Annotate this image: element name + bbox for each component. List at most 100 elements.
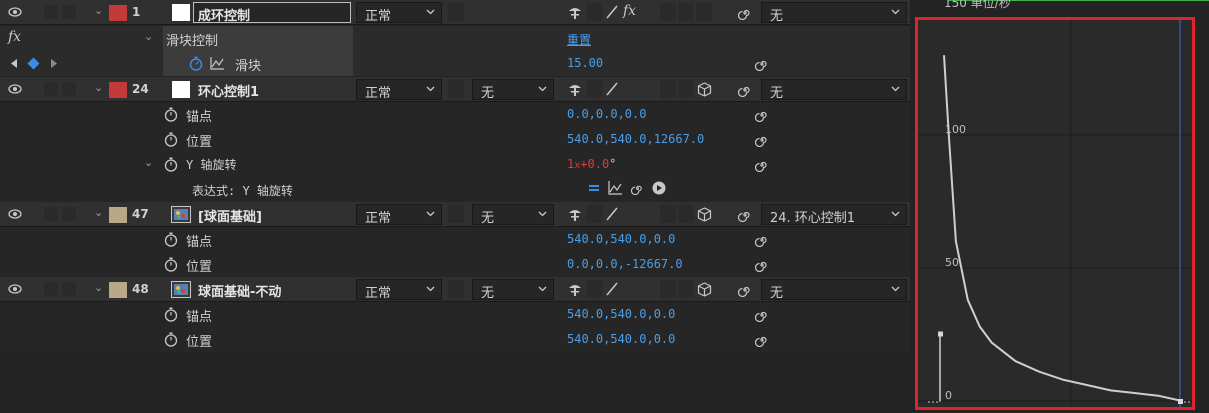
property-row-position[interactable]: 位置 540.0,540.0,0.0 [0, 327, 910, 352]
fx-icon[interactable]: fx [623, 3, 636, 19]
label-color-swatch[interactable] [109, 207, 127, 223]
pickwhip-spiral-icon[interactable] [631, 182, 644, 195]
quality-slash-icon[interactable] [605, 207, 619, 221]
pickwhip-spiral-icon[interactable] [738, 6, 752, 20]
blend-mode-dropdown[interactable]: 正常 [356, 279, 442, 301]
pickwhip-spiral-icon[interactable] [755, 258, 769, 272]
property-value[interactable]: 540.0,540.0,0.0 [567, 232, 675, 246]
layer-row-48[interactable]: ⌄ 48 球面基础-不动 正常 无 无 [0, 277, 910, 302]
slider-value[interactable]: 15.00 [567, 56, 603, 70]
blend-mode-dropdown[interactable]: 正常 [356, 204, 442, 226]
keyframe-diamond-icon[interactable] [27, 57, 40, 70]
lock-toggle[interactable] [62, 282, 76, 296]
pickwhip-spiral-icon[interactable] [755, 57, 769, 71]
expression-enable-icon[interactable] [588, 182, 600, 194]
shy-icon[interactable] [567, 83, 583, 97]
preserve-transparency-toggle[interactable] [448, 3, 464, 21]
quality-slash-icon[interactable] [605, 282, 619, 296]
pickwhip-spiral-icon[interactable] [738, 283, 752, 297]
effect-row[interactable]: fx ⌄ 滑块控制 重置 [0, 26, 910, 51]
property-row-anchor[interactable]: 锚点 0.0,0.0,0.0 [0, 102, 910, 127]
collapse-toggle[interactable] [586, 80, 602, 98]
preserve-transparency-toggle[interactable] [448, 280, 464, 298]
graph-editor-icon[interactable] [608, 181, 623, 195]
shy-icon[interactable] [567, 6, 583, 20]
adjustment-toggle[interactable] [678, 3, 694, 21]
preserve-transparency-toggle[interactable] [448, 80, 464, 98]
adjustment-toggle[interactable] [678, 280, 694, 298]
property-row-position[interactable]: 位置 0.0,0.0,-12667.0 [0, 252, 910, 277]
slider-name-cell[interactable]: 滑块 [163, 51, 353, 76]
solo-toggle[interactable] [44, 207, 58, 221]
preserve-transparency-toggle[interactable] [448, 205, 464, 223]
blend-mode-dropdown[interactable]: 正常 [356, 79, 442, 101]
pickwhip-spiral-icon[interactable] [738, 208, 752, 222]
eye-icon[interactable] [8, 208, 22, 220]
solo-toggle[interactable] [44, 5, 58, 19]
shy-icon[interactable] [567, 283, 583, 297]
pickwhip-spiral-icon[interactable] [755, 233, 769, 247]
blend-mode-dropdown[interactable]: 正常 [356, 2, 442, 24]
3d-cube-icon[interactable] [697, 82, 712, 97]
3d-cube-icon[interactable] [697, 282, 712, 297]
property-value[interactable]: 540.0,540.0,0.0 [567, 332, 675, 346]
stopwatch-icon[interactable] [164, 157, 178, 172]
parent-dropdown[interactable]: 无 [761, 2, 907, 24]
layer-row-1[interactable]: ⌄ 1 成环控制 正常 fx 无 [0, 0, 910, 25]
chevron-down-icon[interactable]: ⌄ [94, 207, 104, 218]
graph-editor-icon[interactable] [210, 57, 225, 70]
speed-graph[interactable]: 100500 [918, 20, 1192, 407]
stopwatch-icon[interactable] [164, 307, 178, 322]
layer-name[interactable]: 球面基础-不动 [198, 281, 281, 300]
track-matte-dropdown[interactable]: 无 [472, 279, 554, 301]
label-color-swatch[interactable] [109, 282, 127, 298]
reset-link[interactable]: 重置 [567, 31, 591, 48]
stopwatch-active-icon[interactable] [189, 56, 203, 71]
adjustment-toggle[interactable] [678, 205, 694, 223]
layer-name-field[interactable]: 成环控制 [193, 2, 351, 24]
layer-name[interactable]: [球面基础] [198, 206, 262, 225]
quality-slash-icon[interactable] [605, 5, 619, 19]
eye-icon[interactable] [8, 83, 22, 95]
label-color-swatch[interactable] [109, 5, 127, 21]
eye-icon[interactable] [8, 283, 22, 295]
prev-keyframe-icon[interactable] [10, 59, 18, 68]
label-color-swatch[interactable] [109, 82, 127, 98]
rotation-value[interactable]: 1x+0.0° [567, 157, 616, 171]
expression-menu-play-icon[interactable] [652, 181, 666, 195]
track-matte-dropdown[interactable]: 无 [472, 204, 554, 226]
stopwatch-icon[interactable] [164, 257, 178, 272]
parent-dropdown[interactable]: 无 [761, 279, 907, 301]
slider-row[interactable]: 滑块 15.00 [0, 51, 910, 76]
graph-editor[interactable]: 100 50 0 [915, 17, 1195, 410]
motion-blur-toggle[interactable] [660, 80, 676, 98]
parent-dropdown[interactable]: 24. 环心控制1 [761, 204, 907, 226]
chevron-down-icon[interactable]: ⌄ [94, 5, 104, 16]
lock-toggle[interactable] [62, 5, 76, 19]
track-matte-dropdown[interactable]: 无 [472, 79, 554, 101]
effect-name-cell[interactable]: 滑块控制 [163, 26, 353, 51]
collapse-toggle[interactable] [586, 3, 602, 21]
next-keyframe-icon[interactable] [50, 59, 58, 68]
pickwhip-spiral-icon[interactable] [738, 83, 752, 97]
motion-blur-toggle[interactable] [660, 3, 676, 21]
stopwatch-icon[interactable] [164, 132, 178, 147]
layer-name[interactable]: 环心控制1 [198, 81, 259, 100]
property-value[interactable]: 540.0,540.0,0.0 [567, 307, 675, 321]
fx-icon[interactable]: fx [8, 29, 21, 45]
property-row-anchor[interactable]: 锚点 540.0,540.0,0.0 [0, 227, 910, 252]
property-value[interactable]: 0.0,0.0,-12667.0 [567, 257, 683, 271]
lock-toggle[interactable] [62, 82, 76, 96]
property-row-y-rotation[interactable]: ⌄ Y 轴旋转 1x+0.0° [0, 152, 910, 177]
motion-blur-toggle[interactable] [660, 205, 676, 223]
motion-blur-toggle[interactable] [660, 280, 676, 298]
stopwatch-icon[interactable] [164, 332, 178, 347]
chevron-down-icon[interactable]: ⌄ [144, 31, 154, 42]
property-value[interactable]: 0.0,0.0,0.0 [567, 107, 646, 121]
collapse-toggle[interactable] [586, 205, 602, 223]
property-row-anchor[interactable]: 锚点 540.0,540.0,0.0 [0, 302, 910, 327]
eye-icon[interactable] [8, 6, 22, 18]
solo-toggle[interactable] [44, 282, 58, 296]
stopwatch-icon[interactable] [164, 232, 178, 247]
pickwhip-spiral-icon[interactable] [755, 133, 769, 147]
